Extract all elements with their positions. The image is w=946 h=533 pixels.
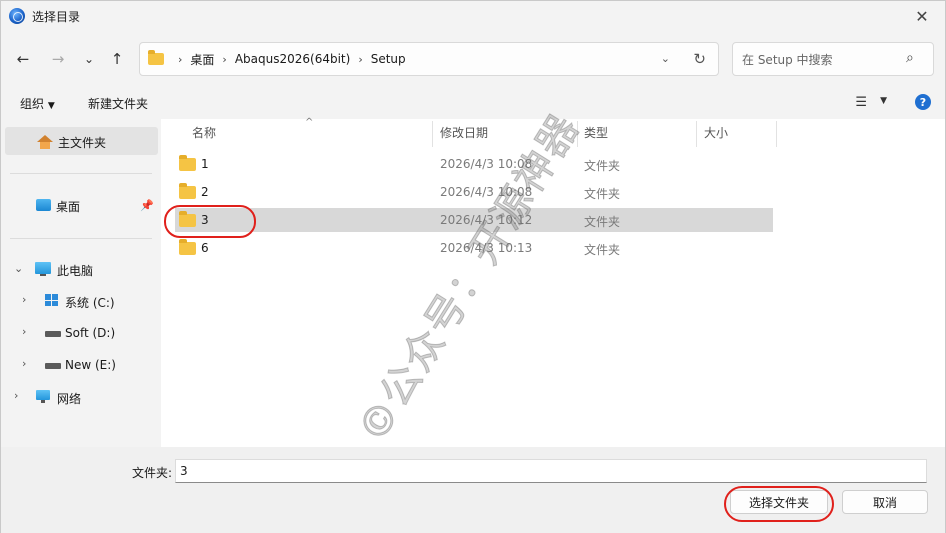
chevron-right-icon[interactable]: › xyxy=(22,325,26,338)
chevron-right-icon: › xyxy=(358,52,363,66)
sidebar-item-desktop[interactable]: 桌面 📌 xyxy=(2,191,158,219)
chevron-right-icon[interactable]: › xyxy=(14,389,18,402)
sidebar-label-this-pc: 此电脑 xyxy=(57,264,94,278)
computer-icon xyxy=(35,262,51,276)
file-type: 文件夹 xyxy=(584,243,621,257)
file-type: 文件夹 xyxy=(584,187,621,201)
folder-icon xyxy=(148,50,164,65)
cancel-button[interactable]: 取消 xyxy=(842,490,928,514)
forward-button[interactable]: → xyxy=(46,47,70,71)
window-title: 选择目录 xyxy=(32,10,81,24)
file-name: 6 xyxy=(201,241,209,255)
sidebar-label-network: 网络 xyxy=(57,392,82,406)
command-bar: 组织 ▼ 新建文件夹 ☰ ▼ ? xyxy=(1,89,945,117)
sidebar-item-drive-c[interactable]: › 系统 (C:) xyxy=(2,287,158,315)
breadcrumb-desktop[interactable]: 桌面 xyxy=(190,51,214,68)
chevron-down-icon[interactable]: ⌄ xyxy=(14,262,23,275)
recent-locations-button[interactable]: ⌄ xyxy=(77,47,101,71)
sidebar-label-drive-e: New (E:) xyxy=(65,358,116,372)
up-button[interactable]: ↑ xyxy=(105,47,129,71)
back-button[interactable]: ← xyxy=(11,47,35,71)
network-icon xyxy=(36,390,52,404)
file-name: 1 xyxy=(201,157,209,171)
sidebar-item-drive-d[interactable]: › Soft (D:) xyxy=(2,319,158,347)
divider xyxy=(10,173,152,174)
breadcrumb-abaqus[interactable]: Abaqus2026(64bit) xyxy=(235,52,350,66)
file-row[interactable]: 1 2026/4/3 10:08 文件夹 xyxy=(175,152,773,176)
chevron-right-icon: › xyxy=(178,52,183,66)
new-folder-button[interactable]: 新建文件夹 xyxy=(88,95,148,112)
title-bar: 选择目录 ✕ xyxy=(1,1,945,31)
column-separator[interactable] xyxy=(696,121,697,147)
navigation-pane: 主文件夹 桌面 📌 ⌄ 此电脑 › 系统 (C:) › Soft (D:) › xyxy=(2,119,160,447)
sidebar-label-home: 主文件夹 xyxy=(58,136,107,150)
organize-label: 组织 xyxy=(20,97,45,111)
drive-icon xyxy=(45,331,61,337)
sidebar-item-home[interactable]: 主文件夹 xyxy=(5,127,158,155)
folder-icon xyxy=(179,239,196,255)
navigation-bar: ← → ⌄ ↑ › 桌面 › Abaqus2026(64bit) › Setup… xyxy=(1,37,945,81)
annotation-highlight-button xyxy=(724,486,834,522)
file-name: 2 xyxy=(201,185,209,199)
column-header-size[interactable]: 大小 xyxy=(704,119,728,145)
breadcrumb-setup[interactable]: Setup xyxy=(371,52,406,66)
caret-down-icon[interactable]: ▼ xyxy=(880,96,887,106)
address-dropdown-icon[interactable]: ⌄ xyxy=(661,52,670,65)
file-row[interactable]: 2 2026/4/3 10:08 文件夹 xyxy=(175,180,773,204)
pin-icon[interactable]: 📌 xyxy=(140,199,154,212)
select-directory-dialog: 选择目录 ✕ ← → ⌄ ↑ › 桌面 › Abaqus2026(64bit) … xyxy=(0,0,946,533)
view-options-icon[interactable]: ☰ xyxy=(855,95,867,110)
sort-ascending-icon: ^ xyxy=(305,117,314,128)
home-icon xyxy=(37,135,53,149)
chevron-right-icon[interactable]: › xyxy=(22,293,26,306)
sidebar-item-this-pc[interactable]: ⌄ 此电脑 xyxy=(2,255,158,283)
close-button[interactable]: ✕ xyxy=(905,4,939,28)
app-icon xyxy=(9,8,25,24)
folder-icon xyxy=(179,155,196,171)
file-type: 文件夹 xyxy=(584,215,621,229)
help-icon[interactable]: ? xyxy=(915,94,931,110)
sidebar-label-drive-d: Soft (D:) xyxy=(65,326,116,340)
divider xyxy=(10,238,152,239)
caret-down-icon: ▼ xyxy=(47,101,55,111)
organize-menu[interactable]: 组织 ▼ xyxy=(20,95,55,112)
chevron-right-icon[interactable]: › xyxy=(22,357,26,370)
sidebar-item-network[interactable]: › 网络 xyxy=(2,383,158,411)
sidebar-item-drive-e[interactable]: › New (E:) xyxy=(2,351,158,379)
sidebar-label-desktop: 桌面 xyxy=(56,200,81,214)
address-bar[interactable]: › 桌面 › Abaqus2026(64bit) › Setup ⌄ ↻ xyxy=(139,42,719,76)
refresh-icon[interactable]: ↻ xyxy=(693,50,706,68)
file-type: 文件夹 xyxy=(584,159,621,173)
desktop-icon xyxy=(36,199,51,211)
sidebar-label-drive-c: 系统 (C:) xyxy=(65,296,115,310)
column-separator[interactable] xyxy=(776,121,777,147)
annotation-highlight-folder xyxy=(164,205,256,238)
folder-field-label: 文件夹: xyxy=(132,466,173,480)
column-separator[interactable] xyxy=(432,121,433,147)
search-input[interactable]: 在 Setup 中搜索 xyxy=(732,42,934,76)
folder-icon xyxy=(179,183,196,199)
column-header-name[interactable]: 名称 xyxy=(192,119,216,145)
chevron-right-icon: › xyxy=(222,52,227,66)
search-icon[interactable]: ⌕ xyxy=(906,50,914,66)
column-header-date[interactable]: 修改日期 xyxy=(440,119,488,145)
windows-drive-icon xyxy=(45,294,59,306)
folder-name-input[interactable] xyxy=(175,459,927,483)
drive-icon xyxy=(45,363,61,369)
